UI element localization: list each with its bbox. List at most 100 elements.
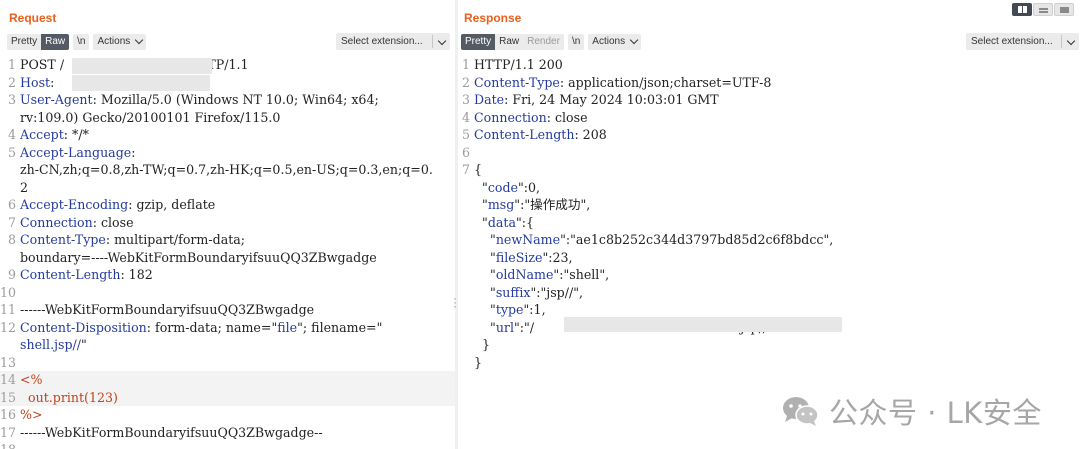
code-line: 2Host: 2 xyxy=(0,74,455,92)
code-token: ":23, xyxy=(542,249,573,265)
response-select-extension[interactable]: Select extension... xyxy=(966,33,1079,50)
response-actions-menu[interactable]: Actions xyxy=(588,33,642,50)
request-newline-toggle[interactable]: \n xyxy=(73,33,90,50)
code-token: Content-Length xyxy=(20,267,121,282)
code-text: Content-Type: multipart/form-data; xyxy=(20,231,245,249)
code-line: 7{ xyxy=(458,161,1080,179)
code-token: : 208 xyxy=(574,127,607,142)
code-line: 7 Connection: close xyxy=(0,214,455,232)
code-line: 6 Accept-Encoding: gzip, deflate xyxy=(0,196,455,214)
code-text: "suffix":"jsp//", xyxy=(474,284,583,302)
line-number: 1 xyxy=(461,57,470,72)
code-line: "oldName":"shell", xyxy=(458,266,1080,284)
code-token: Accept-Encoding xyxy=(20,197,129,212)
code-text: zh-CN,zh;q=0.8,zh-TW;q=0.7,zh-HK;q=0.5,e… xyxy=(20,161,433,179)
redaction-mask xyxy=(72,75,210,91)
line-number xyxy=(0,179,20,197)
layout-stacked-icon[interactable] xyxy=(1033,3,1053,16)
line-number: 8 xyxy=(7,232,16,247)
code-token: type xyxy=(495,302,524,317)
line-number: 2 xyxy=(7,74,16,90)
code-text: } xyxy=(474,354,482,372)
response-render-button[interactable]: Render xyxy=(523,33,564,50)
code-line: 13 xyxy=(0,354,455,372)
code-token: url xyxy=(495,319,514,335)
code-token: : form-data; name=" xyxy=(146,319,278,335)
code-text: Content-Length: 208 xyxy=(474,126,607,144)
code-line: 2 Content-Type: application/json;charset=… xyxy=(458,74,1080,92)
code-line: rv:109.0) Gecko/20100101 Firefox/115.0 xyxy=(0,109,455,127)
code-line: 5 Content-Length: 208 xyxy=(458,126,1080,144)
code-token: boundary=----WebKitFormBoundaryifsuuQQ3Z… xyxy=(20,249,377,265)
code-line: 4 Accept: */* xyxy=(0,126,455,144)
code-token: suffix xyxy=(495,284,531,300)
code-line: "suffix":"jsp//", xyxy=(458,284,1080,302)
request-select-extension-label: Select extension... xyxy=(341,36,423,47)
resize-handle-icon[interactable]: · · · xyxy=(453,292,457,312)
code-line: 10 xyxy=(0,284,455,302)
code-token: ":"shell", xyxy=(553,267,610,282)
code-token: ":{ xyxy=(515,214,535,230)
code-token: Host xyxy=(20,74,51,90)
code-token: ":0, xyxy=(517,179,541,195)
code-line: 8 Content-Type: multipart/form-data; xyxy=(0,231,455,249)
code-token: file xyxy=(277,319,298,335)
line-number: 3 xyxy=(461,92,470,107)
code-line: 3 Date: Fri, 24 May 2024 10:03:01 GMT xyxy=(458,91,1080,109)
line-number: 10 xyxy=(0,284,17,300)
code-text: ------WebKitFormBoundaryifsuuQQ3ZBwgadge xyxy=(20,301,314,319)
chevron-down-icon xyxy=(1066,36,1076,46)
select-separator xyxy=(1061,35,1062,48)
code-line: 17 ------WebKitFormBoundaryifsuuQQ3ZBwgad… xyxy=(0,424,455,442)
layout-tabs-icon[interactable] xyxy=(1054,3,1074,16)
request-raw-button[interactable]: Raw xyxy=(41,33,70,50)
code-token: newName xyxy=(495,232,561,247)
code-token: " xyxy=(474,249,496,265)
line-number: 11 xyxy=(0,302,17,317)
response-view-toggle: Pretty Raw Render xyxy=(461,33,564,50)
request-pretty-button[interactable]: Pretty xyxy=(7,33,42,50)
line-number xyxy=(0,336,20,354)
line-number: 14 xyxy=(0,372,17,387)
request-actions-menu[interactable]: Actions xyxy=(93,33,147,50)
request-select-extension[interactable]: Select extension... xyxy=(336,33,450,50)
response-title: Response xyxy=(464,11,522,25)
code-token: : close xyxy=(92,214,134,230)
code-text: Date: Fri, 24 May 2024 10:03:01 GMT xyxy=(474,91,719,109)
code-token: ":"jsp//", xyxy=(530,284,584,300)
code-token: ------WebKitFormBoundaryifsuuQQ3ZBwgadge… xyxy=(20,424,323,440)
code-line: 4 Connection: close xyxy=(458,109,1080,127)
line-number: 6 xyxy=(461,144,470,160)
line-number: 3 xyxy=(7,92,16,107)
code-text: "data":{ xyxy=(474,214,534,232)
code-token: : */* xyxy=(63,127,89,142)
code-token: { xyxy=(474,162,483,177)
code-line: 6 xyxy=(458,144,1080,162)
response-pretty-button[interactable]: Pretty xyxy=(461,33,496,50)
redaction-mask xyxy=(72,58,212,74)
layout-side-by-side-icon[interactable] xyxy=(1012,3,1032,16)
line-number: 5 xyxy=(7,144,16,160)
code-token: Content-Type xyxy=(20,232,106,247)
code-text: "msg":"操作成功", xyxy=(474,196,590,214)
code-token: data xyxy=(487,214,516,230)
code-token: : Mozilla/5.0 (Windows NT 10.0; Win64; x… xyxy=(92,92,379,107)
code-line: 9 Content-Length: 182 xyxy=(0,266,455,284)
code-token: " xyxy=(474,197,488,212)
line-number xyxy=(458,301,474,319)
line-number: 2 xyxy=(461,74,470,90)
request-editor[interactable]: 1POST / /upload HTTP/1.12Host: 23User-Ag… xyxy=(0,56,455,449)
response-newline-toggle[interactable]: \n xyxy=(567,33,585,50)
code-line: 11 ------WebKitFormBoundaryifsuuQQ3ZBwgad… xyxy=(0,301,455,319)
code-line: "data":{ xyxy=(458,214,1080,232)
line-number xyxy=(458,319,474,337)
code-token: ":"/ xyxy=(513,319,535,335)
code-token: Connection xyxy=(20,214,93,230)
code-text: HTTP/1.1 200 xyxy=(474,56,563,74)
code-token: ":"ae1c8b252c344d3797bd85d2c6f8bdcc", xyxy=(560,232,834,247)
response-raw-button[interactable]: Raw xyxy=(495,33,524,50)
code-text: } xyxy=(474,336,490,354)
code-text: "type":1, xyxy=(474,301,546,319)
code-token: zh-CN,zh;q=0.8,zh-TW;q=0.7,zh-HK;q=0.5,e… xyxy=(20,162,433,177)
code-token: POST / xyxy=(20,57,65,72)
